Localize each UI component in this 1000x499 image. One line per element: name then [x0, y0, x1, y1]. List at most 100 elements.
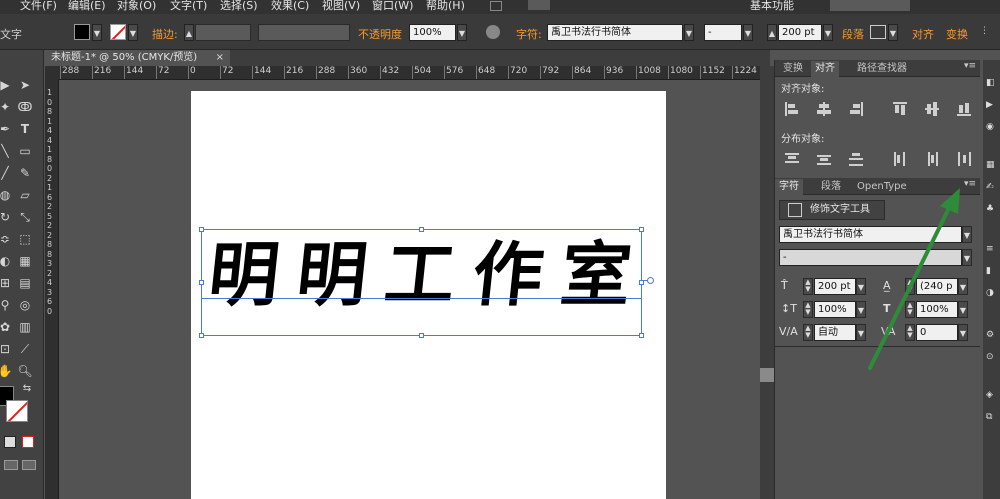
gradient-tool-icon[interactable]: ▤: [16, 274, 34, 292]
color-mode-icon[interactable]: [4, 436, 16, 448]
none-mode-icon[interactable]: [22, 436, 34, 448]
asset-export-icon[interactable]: ⊙: [986, 352, 997, 363]
symbols-panel-icon[interactable]: ♣: [986, 204, 997, 215]
artboard-tool-icon[interactable]: ⊡: [0, 340, 14, 358]
font-style-dropdown[interactable]: ▼: [743, 24, 753, 41]
align-vertical-center-icon[interactable]: [925, 102, 939, 116]
stroke-panel-icon[interactable]: ≡: [986, 244, 997, 255]
direct-selection-tool-icon[interactable]: ➤: [16, 76, 34, 94]
bounding-handle-top-right[interactable]: [639, 227, 644, 232]
brushes-panel-icon[interactable]: ✍: [986, 182, 997, 193]
opacity-field[interactable]: 100%: [409, 24, 456, 41]
align-label[interactable]: 对齐: [912, 26, 934, 43]
search-help-field[interactable]: [830, 0, 910, 11]
tab-paragraph[interactable]: 段落: [817, 179, 845, 195]
align-right-icon[interactable]: [849, 102, 863, 116]
draw-normal-icon[interactable]: [4, 460, 18, 470]
lasso-tool-icon[interactable]: ↂ: [16, 98, 34, 116]
bounding-handle-bottom[interactable]: [419, 333, 424, 338]
distribute-top-icon[interactable]: [785, 152, 799, 166]
close-tab-icon[interactable]: ×: [216, 50, 224, 66]
align-horizontal-center-icon[interactable]: [817, 102, 831, 116]
bounding-handle-bottom-right[interactable]: [639, 333, 644, 338]
text-bounding-box[interactable]: [201, 229, 642, 336]
char-font-size-field[interactable]: 200 pt: [814, 278, 856, 295]
perspective-grid-tool-icon[interactable]: ▦: [16, 252, 34, 270]
type-tool-icon[interactable]: T: [16, 120, 34, 138]
panel-menu-icon[interactable]: ▾≡: [964, 61, 976, 71]
warp-dropdown[interactable]: ▼: [888, 24, 898, 41]
tab-transform[interactable]: 变换: [779, 61, 807, 77]
menu-effect[interactable]: 效果(C): [271, 0, 309, 13]
font-style-field[interactable]: -: [704, 24, 742, 41]
char-kerning-field[interactable]: 自动: [814, 324, 856, 341]
stroke-label[interactable]: 描边:: [152, 26, 178, 43]
appearance-panel-icon[interactable]: ◉: [986, 122, 997, 133]
magic-wand-tool-icon[interactable]: ✦: [0, 98, 14, 116]
menu-select[interactable]: 选择(S): [220, 0, 258, 13]
paragraph-label[interactable]: 段落: [842, 26, 864, 43]
distribute-horizontal-center-icon[interactable]: [925, 152, 939, 166]
character-label[interactable]: 字符:: [516, 26, 542, 43]
transparency-panel-icon[interactable]: ◑: [986, 288, 997, 299]
menu-file[interactable]: 文件(F): [20, 0, 57, 13]
menu-type[interactable]: 文字(T): [170, 0, 207, 13]
opacity-dropdown[interactable]: ▼: [457, 24, 467, 41]
menu-edit[interactable]: 编辑(E): [68, 0, 106, 13]
blend-tool-icon[interactable]: ◎: [16, 296, 34, 314]
blob-brush-tool-icon[interactable]: ◍: [0, 186, 14, 204]
opacity-label[interactable]: 不透明度: [358, 26, 402, 43]
bounding-handle-left[interactable]: [199, 280, 204, 285]
distribute-right-icon[interactable]: [957, 152, 971, 166]
menu-view[interactable]: 视图(V): [322, 0, 360, 13]
font-size-stepper[interactable]: ▲ ▼: [803, 278, 813, 295]
column-graph-tool-icon[interactable]: ▥: [16, 318, 34, 336]
graphic-styles-icon[interactable]: ⚙: [986, 330, 997, 341]
free-transform-tool-icon[interactable]: ⬚: [16, 230, 34, 248]
rectangle-tool-icon[interactable]: ▭: [16, 142, 34, 160]
align-left-icon[interactable]: [785, 102, 799, 116]
scrollbar-thumb[interactable]: [760, 368, 774, 382]
text-outport[interactable]: [647, 277, 654, 284]
gradient-panel-icon[interactable]: ▮: [986, 266, 997, 277]
eraser-tool-icon[interactable]: ▱: [16, 186, 34, 204]
bridge-icon[interactable]: [490, 1, 502, 11]
fill-dropdown[interactable]: ▼: [92, 24, 102, 41]
color-guide-icon[interactable]: ▶: [986, 100, 997, 111]
stroke-swatch-large[interactable]: [6, 400, 28, 422]
workspace-switcher[interactable]: 基本功能: [750, 0, 794, 13]
shape-builder-tool-icon[interactable]: ◐: [0, 252, 14, 270]
stroke-weight-stepper[interactable]: ▲: [184, 24, 194, 41]
envelope-warp-icon[interactable]: [870, 25, 886, 39]
transform-label[interactable]: 变换: [946, 26, 968, 43]
vertical-scale-stepper[interactable]: ▲ ▼: [803, 301, 813, 318]
ruler-origin[interactable]: [45, 66, 59, 80]
bounding-handle-top-left[interactable]: [199, 227, 204, 232]
eyedropper-tool-icon[interactable]: ⚲: [0, 296, 14, 314]
document-tab[interactable]: 未标题-1* @ 50% (CMYK/预览) ×: [45, 50, 230, 66]
mesh-tool-icon[interactable]: ⊞: [0, 274, 14, 292]
menu-window[interactable]: 窗口(W): [372, 0, 413, 13]
stroke-color-swatch[interactable]: [110, 24, 126, 40]
stroke-weight-field[interactable]: [195, 24, 251, 41]
pencil-tool-icon[interactable]: ✎: [16, 164, 34, 182]
fill-color-swatch[interactable]: [74, 24, 90, 40]
distribute-vertical-center-icon[interactable]: [817, 152, 831, 166]
kerning-stepper[interactable]: ▲ ▼: [803, 324, 813, 341]
stroke-dropdown[interactable]: ▼: [128, 24, 138, 41]
horizontal-ruler[interactable]: 288 216 144 72 0 72 144 216 288 360 432 504 576 648 72…: [59, 66, 760, 80]
selection-tool-icon[interactable]: ▶: [0, 76, 14, 94]
distribute-bottom-icon[interactable]: [849, 152, 863, 166]
distribute-left-icon[interactable]: [893, 152, 907, 166]
font-family-field[interactable]: 禹卫书法行书简体: [547, 24, 683, 41]
scale-tool-icon[interactable]: ⤡: [16, 208, 34, 226]
align-top-icon[interactable]: [893, 102, 907, 116]
color-panel-icon[interactable]: ◧: [986, 78, 997, 89]
layers-panel-icon[interactable]: ◈: [986, 390, 997, 401]
bounding-handle-bottom-left[interactable]: [199, 333, 204, 338]
line-tool-icon[interactable]: ╲: [0, 142, 14, 160]
align-bottom-icon[interactable]: [957, 102, 971, 116]
recolor-artwork-icon[interactable]: [486, 25, 500, 39]
menu-help[interactable]: 帮助(H): [426, 0, 465, 13]
font-size-dropdown[interactable]: ▼: [823, 24, 833, 41]
